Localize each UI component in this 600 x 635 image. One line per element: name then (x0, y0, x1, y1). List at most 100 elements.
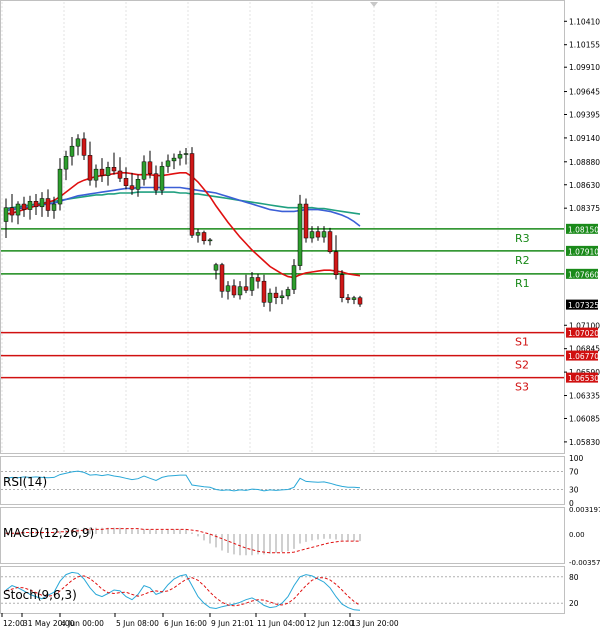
candle-body (357, 297, 363, 305)
price-tick-label: 1.09140 (569, 134, 600, 143)
time-tick-label: 6 Jun 16:00 (164, 619, 207, 628)
rsi-tick-label: 70 (569, 468, 579, 477)
price-tick-label: 1.09910 (569, 63, 600, 72)
rsi-label: RSI(14) (3, 475, 47, 489)
macd-tick-label: 0.00 (569, 531, 585, 539)
time-tick-label: 13 Jun 20:00 (351, 619, 399, 628)
level-label-r1: R1 (515, 277, 530, 290)
candle-body (9, 207, 15, 216)
candle-body (171, 157, 177, 162)
stoch-label: Stoch(9,6,3) (3, 588, 77, 602)
candle-body (141, 161, 147, 180)
candle-body (261, 280, 267, 303)
time-axis: 12:0031 May 20:004 Jun 00:00 5 Jun 08:00 6… (1, 613, 399, 628)
candle-body (111, 167, 117, 172)
level-label-s1: S1 (515, 336, 529, 349)
level-price-text-s1: 1.07020 (568, 329, 599, 338)
level-label-s2: S2 (515, 359, 529, 372)
candle-body (231, 285, 237, 296)
candle-body (321, 231, 327, 238)
price-tick-label: 1.10410 (569, 17, 600, 26)
candle-body (327, 231, 333, 253)
time-tick-label: 4 Jun 00:00 (61, 619, 104, 628)
candle-body (39, 198, 45, 208)
trading-chart: 1.10410 1.10155 1.09910 1.09645 1.09395 1.091… (0, 0, 600, 631)
candle-body (117, 170, 123, 179)
candle-body (249, 277, 255, 291)
time-tick-label: 9 Jun 21:01 (211, 619, 254, 628)
candle-body (243, 286, 249, 291)
level-price-text-r2: 1.07910 (568, 247, 599, 256)
candle-body (255, 277, 261, 282)
candle-body (159, 166, 165, 191)
candle-body (75, 138, 81, 147)
level-price-text-r3: 1.08150 (568, 225, 599, 234)
candle-body (339, 274, 345, 298)
candle-body (333, 251, 339, 276)
stoch-pane-frame (0, 566, 565, 614)
candle-body (303, 203, 309, 239)
price-tick-label: 1.08880 (569, 158, 600, 167)
candle-body (21, 203, 27, 210)
candle-body (291, 265, 297, 290)
time-tick-label: 11 Jun 04:00 (257, 619, 305, 628)
candle-body (93, 168, 99, 181)
candle-body (183, 153, 189, 155)
candle-body (135, 178, 141, 190)
stoch-tick-label: 20 (569, 599, 579, 608)
candle-body (123, 178, 129, 186)
level-label-r2: R2 (515, 254, 530, 267)
price-tick-label: 1.09395 (569, 111, 600, 120)
price-tick-label: 1.06335 (569, 392, 600, 401)
level-label-s3: S3 (515, 381, 529, 394)
candle-body (189, 153, 195, 236)
candle-body (33, 201, 39, 208)
candle-body (177, 154, 183, 159)
rsi-tick-label: 30 (569, 486, 579, 495)
candle-body (351, 297, 357, 300)
macd-tick-label: -0.003573 (569, 559, 600, 567)
candle-body (273, 292, 279, 298)
rsi-pane-frame (0, 456, 565, 505)
price-tick-label: 1.06085 (569, 414, 600, 423)
candle-body (57, 168, 63, 205)
candle-body (267, 292, 273, 303)
candle-body (69, 145, 75, 157)
rsi-tick-label: 100 (569, 454, 584, 463)
candle-body (279, 295, 285, 298)
time-tick-label: 12:00 (3, 619, 25, 628)
candle-body (213, 264, 219, 271)
candle-body (129, 185, 135, 190)
candle-body (3, 207, 9, 222)
candle-body (195, 232, 201, 236)
level-label-r3: R3 (515, 232, 530, 245)
last-price-label: 1.07325 (568, 301, 599, 310)
candle-body (225, 285, 231, 292)
macd-label: MACD(12,26,9) (3, 526, 94, 540)
candle-body (207, 239, 213, 242)
price-pane-frame (0, 0, 565, 454)
candle-body (309, 231, 315, 239)
candle-body (45, 198, 51, 211)
price-tick-label: 1.08375 (569, 204, 600, 213)
time-tick-label: 12 Jun 12:00 (306, 619, 354, 628)
candle-body (63, 156, 69, 170)
level-price-text-s2: 1.06770 (568, 352, 599, 361)
candle-body (237, 286, 243, 296)
candle-body (87, 155, 93, 181)
candle-body (51, 203, 57, 211)
stoch-tick-label: 80 (569, 573, 579, 582)
candle-body (219, 264, 225, 292)
candle-body (147, 161, 153, 174)
candle-body (165, 160, 171, 167)
level-price-text-s3: 1.06530 (568, 374, 599, 383)
price-tick-label: 1.10155 (569, 41, 600, 50)
price-tick-label: 1.09645 (569, 88, 600, 97)
chart-canvas: 1.10410 1.10155 1.09910 1.09645 1.09395 1.091… (0, 0, 600, 628)
price-tick-label: 1.05830 (569, 438, 600, 447)
candle-body (105, 167, 111, 176)
time-tick-label: 5 Jun 08:00 (116, 619, 159, 628)
level-price-text-r1: 1.07660 (568, 270, 599, 279)
candle-body (15, 203, 21, 216)
price-tick-label: 1.08630 (569, 181, 600, 190)
